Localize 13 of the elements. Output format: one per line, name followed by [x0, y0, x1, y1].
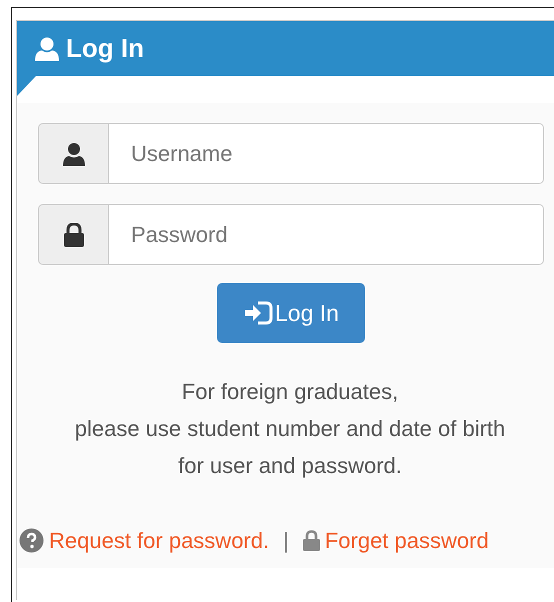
lock-icon [62, 222, 84, 246]
sign-in-icon [243, 301, 274, 325]
login-button[interactable]: Log In [217, 283, 365, 343]
link-separator: | [283, 527, 289, 555]
link[interactable]: Request for password. [49, 524, 270, 557]
instruction-text: For foreign graduates, please use student number and date of birth for user and password. [74, 378, 506, 480]
link[interactable]: Forget password [324, 524, 489, 557]
user-icon [34, 36, 60, 62]
password-field[interactable]: Password [109, 204, 544, 265]
username-field[interactable]: Username [109, 123, 544, 184]
panel-title: Log In [66, 32, 144, 65]
lock-icon [302, 530, 320, 551]
user-icon [62, 142, 86, 166]
